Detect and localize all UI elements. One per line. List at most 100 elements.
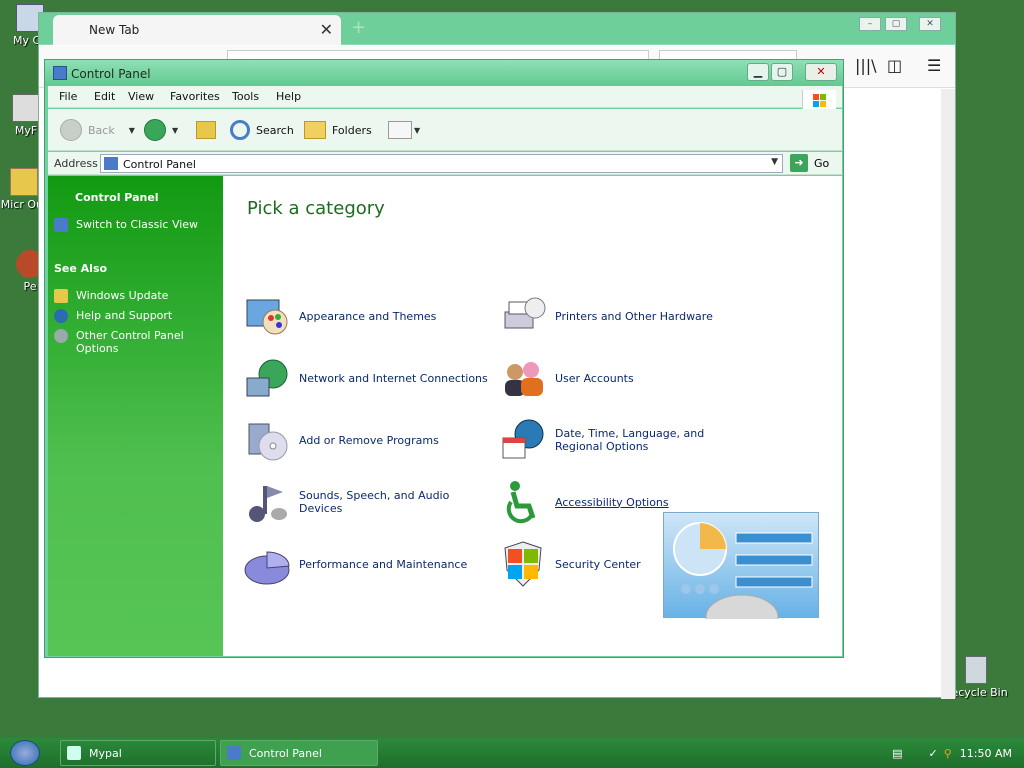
category-user-accounts[interactable]: User Accounts: [499, 354, 749, 402]
toolbar: Back ▼ ▼ Search Folders ▼: [48, 109, 842, 151]
category-date-time-language-regional[interactable]: Date, Time, Language, and Regional Optio…: [499, 416, 749, 464]
close-tab-button[interactable]: ✕: [320, 20, 333, 39]
category-appearance-and-themes[interactable]: Appearance and Themes: [243, 292, 493, 340]
hamburger-menu-icon[interactable]: ☰: [927, 56, 941, 75]
library-icon[interactable]: |||\: [855, 56, 877, 75]
task-pane-title: Control Panel: [75, 191, 159, 204]
category-add-or-remove-programs[interactable]: Add or Remove Programs: [243, 416, 493, 464]
printer-icon: [499, 292, 547, 340]
category-network-and-internet-connections[interactable]: Network and Internet Connections: [243, 354, 493, 402]
search-label: Search: [256, 123, 294, 137]
up-folder-button[interactable]: [196, 119, 216, 141]
taskbar-item-control-panel[interactable]: Control Panel: [220, 740, 378, 766]
category-label: Printers and Other Hardware: [555, 309, 713, 323]
category-label: Sounds, Speech, and Audio Devices: [299, 489, 450, 515]
menu-tools[interactable]: Tools: [232, 90, 259, 103]
maximize-button[interactable]: ▢: [771, 63, 793, 81]
chevron-down-icon[interactable]: ▼: [172, 126, 178, 135]
appearance-icon: [243, 292, 291, 340]
content-area: Pick a category Appearance and Themes Pr…: [223, 176, 842, 656]
see-also-label: Windows Update: [76, 289, 169, 302]
network-globe-icon: [243, 354, 291, 402]
page-title: Pick a category: [247, 198, 385, 219]
clock[interactable]: 11:50 AM: [960, 747, 1012, 760]
views-button[interactable]: ▼: [388, 119, 420, 141]
control-panel-icon: [104, 157, 118, 170]
search-icon[interactable]: ⚲: [944, 747, 952, 760]
address-bar: Address Control Panel ▼ ➜ Go: [48, 152, 842, 175]
go-arrow-icon: ➜: [790, 154, 808, 172]
title-bar[interactable]: Control Panel ▁ ▢ ✕: [45, 60, 843, 86]
taskbar-item-label: Mypal: [89, 746, 122, 760]
browser-close-button[interactable]: ✕: [919, 17, 941, 31]
menu-favorites[interactable]: Favorites: [170, 90, 220, 103]
menu-view[interactable]: View: [128, 90, 154, 103]
forward-button[interactable]: ▼: [144, 119, 178, 141]
accessibility-icon: [499, 478, 547, 526]
chevron-down-icon[interactable]: ▼: [771, 157, 778, 167]
address-field[interactable]: Control Panel ▼: [100, 154, 783, 173]
programs-icon: [243, 416, 291, 464]
go-label: Go: [814, 156, 830, 170]
task-pane: Control Panel Switch to Classic View See…: [48, 176, 223, 656]
menu-help[interactable]: Help: [276, 90, 301, 103]
help-and-support-link[interactable]: Help and Support: [54, 309, 219, 323]
security-shield-icon: [499, 540, 547, 588]
close-button[interactable]: ✕: [805, 63, 837, 81]
switch-to-classic-view-link[interactable]: Switch to Classic View: [54, 218, 219, 232]
folders-icon: [304, 121, 326, 139]
folders-button[interactable]: Folders: [304, 119, 372, 141]
category-label: Appearance and Themes: [299, 309, 437, 323]
control-panel-window: Control Panel ▁ ▢ ✕ File Edit View Favor…: [44, 59, 844, 658]
browser-tab-title: New Tab: [89, 23, 140, 37]
back-button[interactable]: Back ▼: [60, 119, 135, 141]
help-icon: [54, 309, 68, 323]
category-label: Performance and Maintenance: [299, 557, 468, 571]
minimize-button[interactable]: ▁: [747, 63, 769, 81]
switch-view-icon: [54, 218, 68, 232]
sidebar-icon[interactable]: ◫: [887, 56, 902, 75]
category-performance-and-maintenance[interactable]: Performance and Maintenance: [243, 540, 493, 588]
category-printers-and-other-hardware[interactable]: Printers and Other Hardware: [499, 292, 749, 340]
folders-label: Folders: [332, 123, 372, 137]
menu-bar: File Edit View Favorites Tools Help: [48, 86, 842, 112]
chevron-down-icon: ▼: [414, 125, 421, 135]
browser-tab-bar: New Tab ✕ + – ▢ ✕: [39, 13, 955, 45]
chevron-down-icon[interactable]: ▼: [129, 126, 135, 135]
see-also-title: See Also: [54, 262, 108, 275]
windows-update-icon: [54, 289, 68, 303]
browser-maximize-button[interactable]: ▢: [885, 17, 907, 31]
browser-minimize-button[interactable]: –: [859, 17, 881, 31]
forward-arrow-icon: [144, 119, 166, 141]
browser-tab[interactable]: New Tab ✕: [53, 15, 341, 45]
windows-update-link[interactable]: Windows Update: [54, 289, 219, 303]
switch-view-label: Switch to Classic View: [76, 218, 199, 231]
go-button[interactable]: ➜ Go: [790, 154, 829, 172]
category-label: User Accounts: [555, 371, 634, 385]
category-sounds-speech-audio[interactable]: Sounds, Speech, and Audio Devices: [243, 478, 493, 526]
menu-file[interactable]: File: [59, 90, 77, 103]
taskbar-item-label: Control Panel: [249, 746, 322, 760]
control-panel-icon: [53, 66, 67, 80]
network-icon[interactable]: ✓: [929, 747, 938, 760]
control-panel-illustration: [663, 512, 819, 640]
gear-icon: [54, 329, 68, 343]
start-button[interactable]: [10, 740, 40, 766]
other-control-panel-options-link[interactable]: Other Control Panel Options: [54, 329, 219, 355]
mypal-icon: [67, 746, 81, 760]
search-button[interactable]: Search: [230, 119, 294, 141]
recycle-bin-icon: [965, 656, 987, 684]
back-arrow-icon: [60, 119, 82, 141]
date-time-globe-icon: [499, 416, 547, 464]
taskbar-item-mypal[interactable]: Mypal: [60, 740, 216, 766]
browser-scrollbar[interactable]: [941, 89, 955, 699]
address-label: Address: [54, 157, 98, 170]
menu-edit[interactable]: Edit: [94, 90, 115, 103]
users-icon: [499, 354, 547, 402]
performance-pie-icon: [243, 540, 291, 588]
keyboard-icon[interactable]: ▤: [892, 747, 902, 760]
search-icon: [230, 120, 250, 140]
views-icon: [388, 121, 412, 139]
category-label: Security Center: [555, 557, 641, 571]
new-tab-button[interactable]: +: [351, 17, 366, 38]
